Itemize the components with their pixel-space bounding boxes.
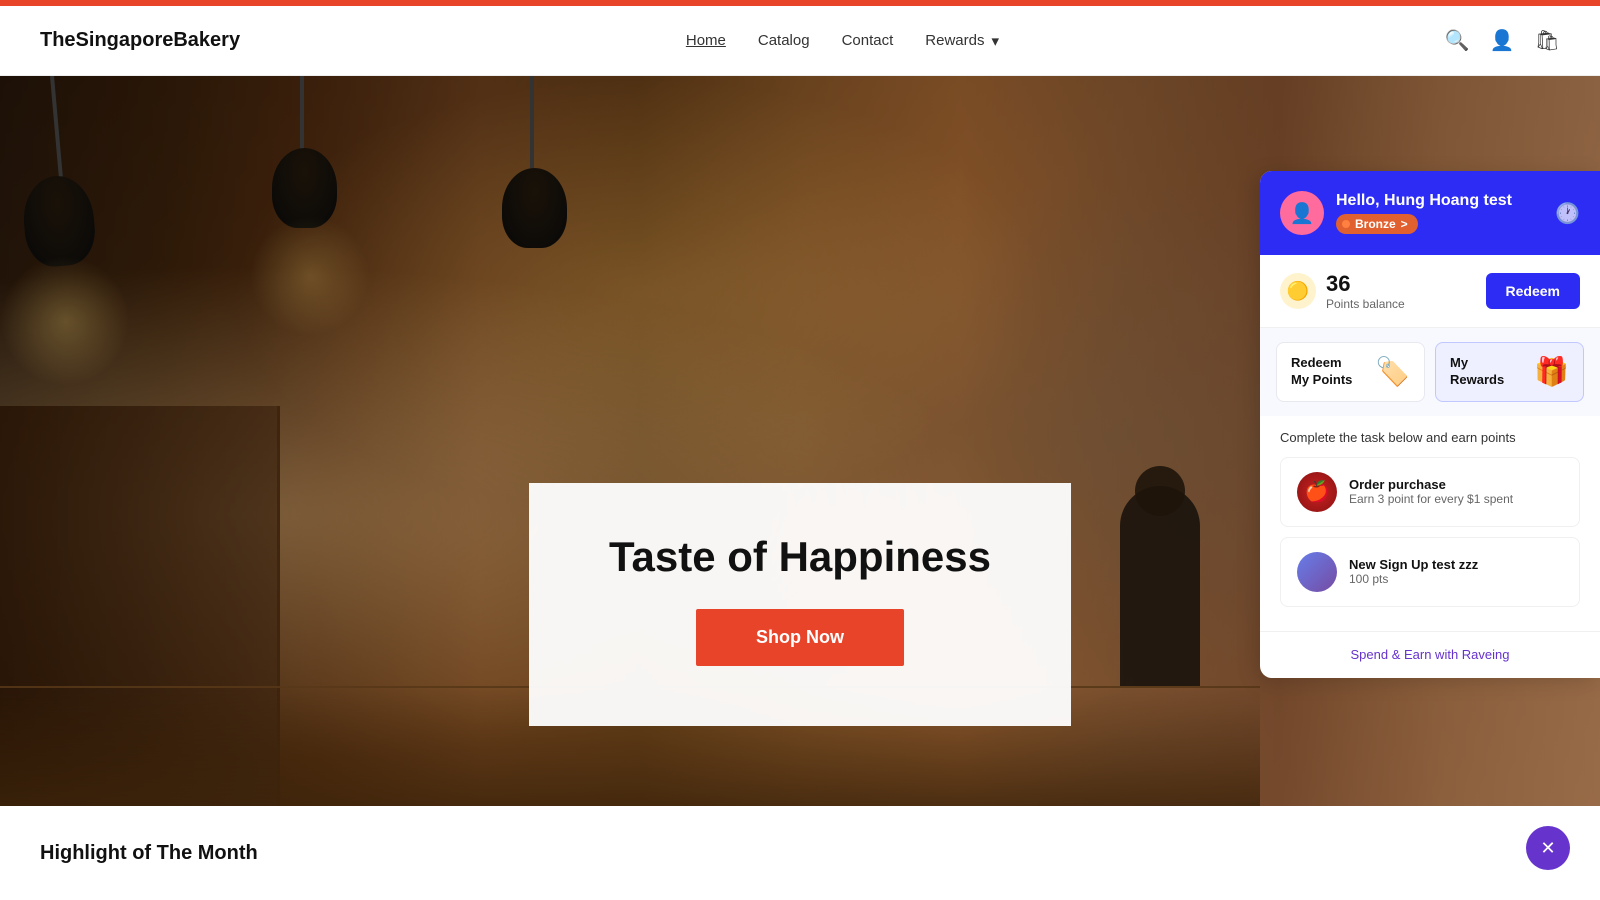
- panel-header-left: 👤 Hello, Hung Hoang test Bronze >: [1280, 191, 1512, 235]
- lamp-3: [502, 168, 567, 248]
- person-head: [1135, 466, 1185, 516]
- close-icon: ✕: [1540, 838, 1555, 859]
- redeem-points-icon: 🏷️: [1375, 355, 1410, 388]
- tab-my-rewards[interactable]: MyRewards 🎁: [1435, 342, 1584, 402]
- hero-title: Taste of Happiness: [609, 533, 991, 581]
- tier-arrow: >: [1401, 217, 1408, 231]
- header-icons: 🔍 👤 🛍: [1445, 28, 1560, 53]
- points-left: 🟡 36 Points balance: [1280, 271, 1405, 311]
- task-order-icon: 🍎: [1297, 472, 1337, 512]
- history-icon[interactable]: 🕐: [1555, 201, 1580, 226]
- nav-home[interactable]: Home: [686, 32, 726, 49]
- header: TheSingaporeBakery Home Catalog Contact …: [0, 6, 1600, 76]
- person-silhouette: [1120, 486, 1200, 686]
- task-order-name: Order purchase: [1349, 477, 1513, 492]
- bottom-section: Highlight of The Month: [0, 806, 1600, 900]
- points-info: 36 Points balance: [1326, 271, 1405, 311]
- brand-name: TheSingaporeBakery: [40, 29, 240, 52]
- task-order-desc: Earn 3 point for every $1 spent: [1349, 492, 1513, 506]
- main-nav: Home Catalog Contact Rewards ▾: [686, 32, 999, 50]
- rewards-panel: 👤 Hello, Hung Hoang test Bronze > 🕐 🟡: [1260, 171, 1600, 678]
- bronze-dot: [1342, 220, 1350, 228]
- task-order-purchase[interactable]: 🍎 Order purchase Earn 3 point for every …: [1280, 457, 1580, 527]
- points-section: 🟡 36 Points balance Redeem: [1260, 255, 1600, 328]
- tab-redeem-points[interactable]: RedeemMy Points 🏷️: [1276, 342, 1425, 402]
- lamp-cord-3: [530, 76, 534, 176]
- task-signup-icon: [1297, 552, 1337, 592]
- earn-title: Complete the task below and earn points: [1280, 430, 1580, 445]
- nav-catalog[interactable]: Catalog: [758, 32, 810, 49]
- my-rewards-icon: 🎁: [1534, 355, 1569, 388]
- earn-section: Complete the task below and earn points …: [1260, 416, 1600, 631]
- panel-footer: Spend & Earn with Raveing: [1260, 631, 1600, 678]
- shop-now-button[interactable]: Shop Now: [696, 609, 904, 666]
- lamp-glow-1: [0, 256, 130, 386]
- footer-link[interactable]: Spend & Earn with Raveing: [1351, 647, 1510, 662]
- greeting-text: Hello, Hung Hoang test: [1336, 192, 1512, 210]
- search-icon[interactable]: 🔍: [1445, 28, 1470, 53]
- task-signup[interactable]: New Sign Up test zzz 100 pts: [1280, 537, 1580, 607]
- nav-rewards[interactable]: Rewards ▾: [925, 32, 999, 50]
- redeem-button[interactable]: Redeem: [1486, 273, 1580, 309]
- nav-contact[interactable]: Contact: [842, 32, 894, 49]
- tab-redeem-label: RedeemMy Points: [1291, 355, 1352, 389]
- task-signup-desc: 100 pts: [1349, 572, 1478, 586]
- task-signup-info: New Sign Up test zzz 100 pts: [1349, 557, 1478, 586]
- hero-content-box: Taste of Happiness Shop Now: [529, 483, 1071, 726]
- user-info: Hello, Hung Hoang test Bronze >: [1336, 192, 1512, 234]
- account-icon[interactable]: 👤: [1490, 28, 1515, 53]
- panel-tabs: RedeemMy Points 🏷️ MyRewards 🎁: [1260, 328, 1600, 416]
- task-signup-name: New Sign Up test zzz: [1349, 557, 1478, 572]
- highlight-title: Highlight of The Month: [40, 842, 258, 865]
- points-label: Points balance: [1326, 297, 1405, 311]
- lamp-cord-2: [300, 76, 304, 156]
- hero-section: Taste of Happiness Shop Now 👤 Hello, Hun…: [0, 76, 1600, 806]
- user-avatar: 👤: [1280, 191, 1324, 235]
- tier-label: Bronze: [1355, 217, 1396, 231]
- panel-header: 👤 Hello, Hung Hoang test Bronze > 🕐: [1260, 171, 1600, 255]
- points-number: 36: [1326, 271, 1405, 297]
- tier-badge[interactable]: Bronze >: [1336, 214, 1418, 234]
- points-coin-icon: 🟡: [1280, 273, 1316, 309]
- cart-icon[interactable]: 🛍: [1535, 28, 1560, 53]
- task-order-info: Order purchase Earn 3 point for every $1…: [1349, 477, 1513, 506]
- close-button[interactable]: ✕: [1526, 826, 1570, 870]
- tab-rewards-label: MyRewards: [1450, 355, 1504, 389]
- lamp-glow-2: [250, 216, 370, 336]
